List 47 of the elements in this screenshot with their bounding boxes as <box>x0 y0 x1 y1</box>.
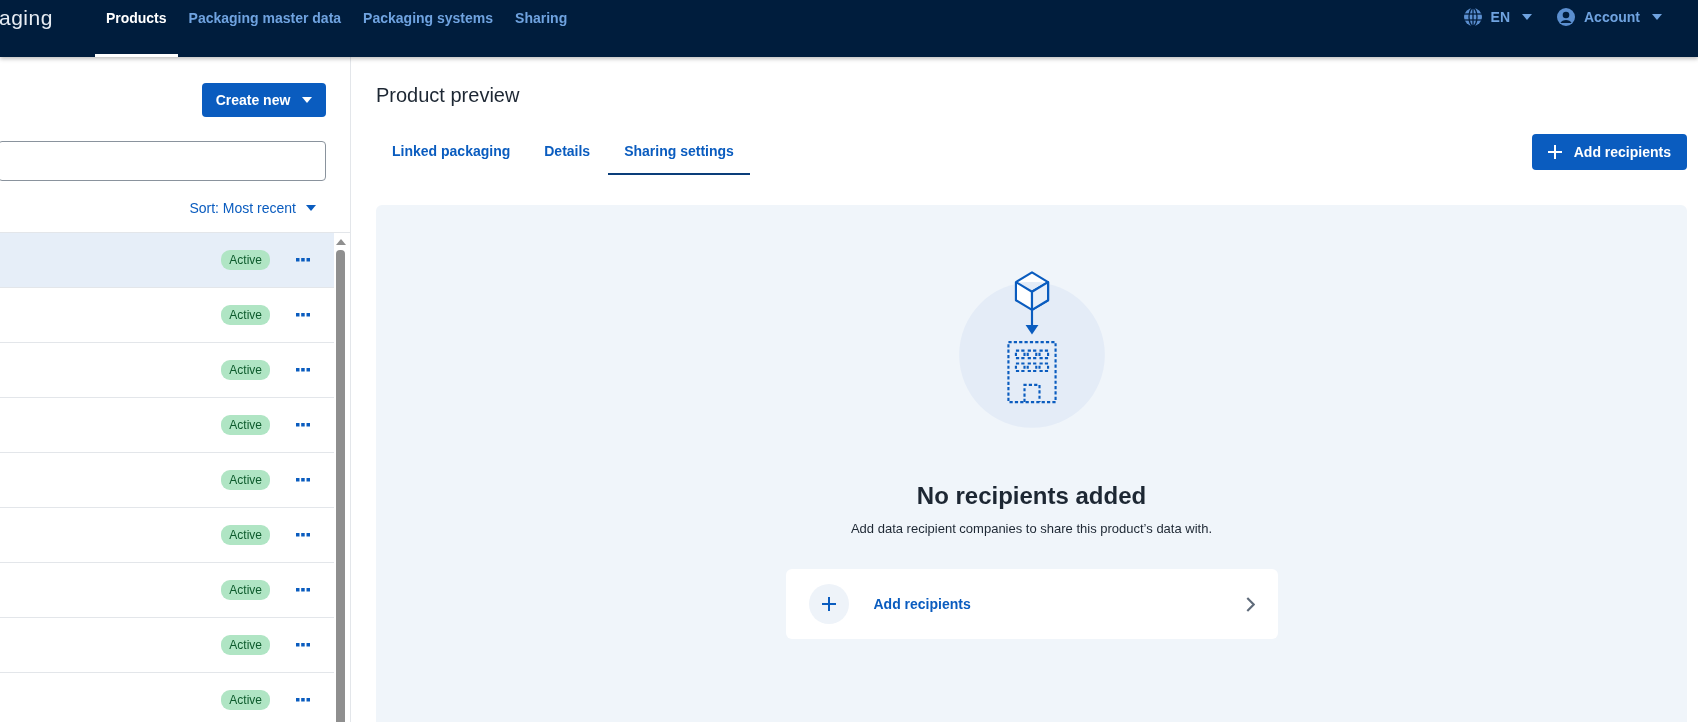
nav-tab[interactable]: Sharing <box>504 0 579 57</box>
tab[interactable]: Details <box>528 133 607 175</box>
empty-state-title: No recipients added <box>916 482 1147 510</box>
status-badge: Active <box>221 360 270 380</box>
tab[interactable]: Sharing settings <box>608 133 750 175</box>
caret-icon <box>1652 14 1662 20</box>
status-badge: Active <box>221 470 270 490</box>
panel-title: Product preview <box>376 84 521 107</box>
nav-tab[interactable]: Packaging systems <box>352 0 505 57</box>
caret-icon <box>1522 14 1532 20</box>
user-avatar-icon <box>1556 7 1576 27</box>
status-badge: Active <box>221 305 270 325</box>
product-row[interactable]: Active <box>0 508 334 563</box>
product-row[interactable]: Active <box>0 453 334 508</box>
account-menu[interactable]: Account <box>1556 7 1662 27</box>
status-badge: Active <box>221 690 270 710</box>
product-row[interactable]: Active <box>0 563 334 618</box>
scroll-up-arrow-icon[interactable] <box>335 239 346 245</box>
language-selector[interactable]: EN <box>1462 7 1532 27</box>
create-new-button[interactable]: Create new <box>202 83 326 117</box>
plus-icon <box>1547 145 1562 159</box>
nav-tab[interactable]: Products <box>94 0 178 57</box>
globe-icon <box>1462 7 1483 27</box>
empty-state-description: Add data recipient companies to share this product’s data with. <box>850 521 1213 536</box>
nav-tab[interactable]: Packaging master data <box>177 0 353 57</box>
tab[interactable]: Linked packaging <box>376 133 527 175</box>
status-badge: Active <box>221 635 270 655</box>
product-row[interactable]: Active <box>0 673 334 722</box>
caret-icon <box>302 97 313 103</box>
product-row[interactable]: Active <box>0 343 334 398</box>
add-recipients-card[interactable]: Add recipients <box>785 569 1278 639</box>
product-row[interactable]: Active <box>0 233 334 288</box>
search-field[interactable] <box>0 141 326 181</box>
app-logo-text: aging <box>0 6 53 30</box>
caret-icon <box>306 205 316 211</box>
status-badge: Active <box>221 580 270 600</box>
chevron-right-icon <box>1245 596 1255 612</box>
add-recipients-button[interactable]: Add recipients <box>1531 134 1687 170</box>
sort-dropdown[interactable]: Sort: Most recent <box>189 200 316 216</box>
product-row[interactable]: Active <box>0 288 334 343</box>
plus-circle-icon <box>808 584 849 624</box>
status-badge: Active <box>221 525 270 545</box>
status-badge: Active <box>221 250 270 270</box>
status-badge: Active <box>221 415 270 435</box>
product-row[interactable]: Active <box>0 618 334 673</box>
scrollbar-thumb[interactable] <box>336 250 345 722</box>
product-row[interactable]: Active <box>0 398 334 453</box>
